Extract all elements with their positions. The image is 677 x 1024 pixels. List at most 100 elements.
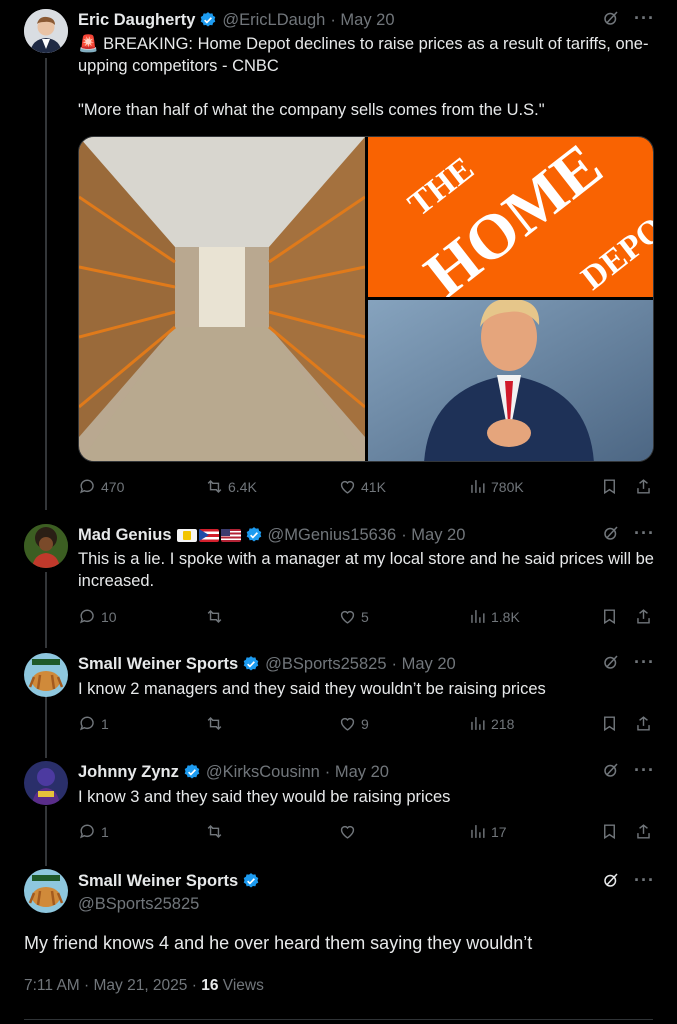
tweet[interactable]: Mad Genius @MGenius15636 · May 20 ··· Th…	[0, 524, 677, 634]
author-name[interactable]: Small Weiner Sports	[78, 655, 238, 674]
bookmark-button[interactable]	[600, 477, 623, 496]
author-name[interactable]: Small Weiner Sports	[78, 872, 238, 891]
repost-icon	[207, 824, 222, 839]
avatar[interactable]	[24, 653, 68, 697]
reply-button[interactable]: 470	[78, 477, 124, 496]
more-options-icon[interactable]: ···	[634, 9, 655, 27]
share-button[interactable]	[634, 607, 657, 626]
grok-icon[interactable]	[602, 653, 620, 671]
reply-icon	[79, 824, 94, 839]
views-chart-icon	[471, 717, 485, 730]
bookmark-icon	[604, 479, 615, 495]
views-chart-icon	[471, 480, 485, 493]
like-button[interactable]	[338, 822, 361, 841]
repost-icon	[207, 716, 222, 731]
views-label: Views	[218, 977, 264, 994]
tweet-header: Small Weiner Sports @BSports25825 · May …	[78, 653, 456, 675]
share-icon	[637, 716, 650, 731]
verified-badge-icon	[246, 527, 261, 542]
grok-icon[interactable]	[602, 524, 620, 542]
home-depot-logo-image[interactable]: HOME THE DEPOT	[368, 137, 654, 310]
author-name[interactable]: Mad Genius	[78, 526, 172, 545]
views-button[interactable]: 218	[468, 714, 514, 733]
views-count: 218	[491, 715, 515, 732]
author-handle[interactable]: @BSports25825	[78, 895, 199, 914]
author-name[interactable]: Eric Daugherty	[78, 11, 195, 30]
bookmark-icon	[604, 824, 615, 840]
views-button[interactable]: 780K	[468, 477, 524, 496]
share-button[interactable]	[634, 477, 657, 496]
reply-icon	[79, 609, 94, 624]
reply-icon	[79, 479, 94, 494]
avatar[interactable]	[24, 761, 68, 805]
tweet-text: This is a lie. I spoke with a manager at…	[78, 550, 659, 590]
like-button[interactable]: 5	[338, 607, 369, 626]
author-handle[interactable]: @BSports25825	[265, 655, 386, 674]
grok-icon[interactable]	[602, 871, 620, 889]
share-button[interactable]	[634, 714, 657, 733]
share-icon	[637, 479, 650, 494]
author-handle-row: @BSports25825	[78, 893, 199, 915]
tweet[interactable]: Johnny Zynz @KirksCousinn · May 20 ··· I…	[0, 761, 677, 851]
tweet-header: Small Weiner Sports	[78, 870, 260, 892]
bookmark-button[interactable]	[600, 822, 623, 841]
like-count: 5	[361, 608, 369, 625]
repost-icon	[207, 609, 222, 624]
flag-emojis	[176, 528, 241, 542]
repost-button[interactable]: 6.4K	[205, 477, 257, 496]
tweet-text: 🚨 BREAKING: Home Depot declines to raise…	[78, 35, 649, 119]
focused-tweet[interactable]: Small Weiner Sports @BSports25825 ··· My…	[0, 869, 677, 1024]
views-button[interactable]: 17	[468, 822, 507, 841]
grok-icon[interactable]	[602, 9, 620, 27]
reply-button[interactable]: 10	[78, 607, 117, 626]
more-options-icon[interactable]: ···	[634, 761, 655, 779]
warehouse-image[interactable]	[79, 137, 366, 462]
more-options-icon[interactable]: ···	[634, 524, 655, 542]
more-options-icon[interactable]: ···	[634, 653, 655, 671]
heart-icon	[340, 825, 355, 839]
views-button[interactable]: 1.8K	[468, 607, 520, 626]
tweet-media-grid[interactable]: HOME THE DEPOT	[78, 136, 654, 462]
grok-icon[interactable]	[602, 761, 620, 779]
avatar[interactable]	[24, 9, 68, 53]
author-handle[interactable]: @KirksCousinn	[206, 763, 320, 782]
reply-button[interactable]: 1	[78, 822, 109, 841]
heart-icon	[340, 480, 355, 494]
virgin-islands-flag-icon	[176, 528, 197, 542]
verified-badge-icon	[201, 12, 216, 27]
tweet[interactable]: Small Weiner Sports @BSports25825 · May …	[0, 653, 677, 743]
tweet-header: Johnny Zynz @KirksCousinn · May 20	[78, 761, 389, 783]
post-date[interactable]: · May 20	[392, 655, 456, 674]
verified-badge-icon	[184, 764, 200, 779]
tweet-actions: 470 6.4K 41K 780K	[78, 477, 656, 499]
bookmark-button[interactable]	[600, 714, 623, 733]
more-options-icon[interactable]: ···	[634, 871, 655, 889]
like-button[interactable]: 9	[338, 714, 369, 733]
post-date[interactable]: · May 20	[401, 526, 465, 545]
tweet[interactable]: Eric Daugherty @EricLDaugh · May 20 ··· …	[0, 9, 677, 509]
reply-count: 470	[101, 478, 125, 495]
author-handle[interactable]: @MGenius15636	[268, 526, 397, 545]
repost-button[interactable]	[205, 607, 228, 626]
tweet-top-icons: ···	[602, 9, 655, 27]
post-date[interactable]: · May 20	[325, 763, 389, 782]
bookmark-icon	[604, 716, 615, 732]
focused-tweet-text: My friend knows 4 and he over heard them…	[24, 933, 533, 953]
repost-button[interactable]	[205, 714, 228, 733]
reply-button[interactable]: 1	[78, 714, 109, 733]
author-name[interactable]: Johnny Zynz	[78, 763, 179, 782]
trump-photo-image[interactable]	[368, 298, 654, 462]
tweet-top-icons: ···	[602, 653, 655, 671]
timestamp[interactable]: 7:11 AM · May 21, 2025 ·	[24, 977, 201, 994]
like-button[interactable]: 41K	[338, 477, 386, 496]
post-date[interactable]: · May 20	[330, 11, 394, 30]
bookmark-button[interactable]	[600, 607, 623, 626]
bookmark-icon	[604, 609, 615, 625]
share-button[interactable]	[634, 822, 657, 841]
heart-icon	[340, 717, 355, 731]
author-handle[interactable]: @EricLDaugh	[222, 11, 325, 30]
repost-button[interactable]	[205, 822, 228, 841]
avatar[interactable]	[24, 869, 68, 913]
avatar[interactable]	[24, 524, 68, 568]
share-icon	[637, 609, 650, 624]
